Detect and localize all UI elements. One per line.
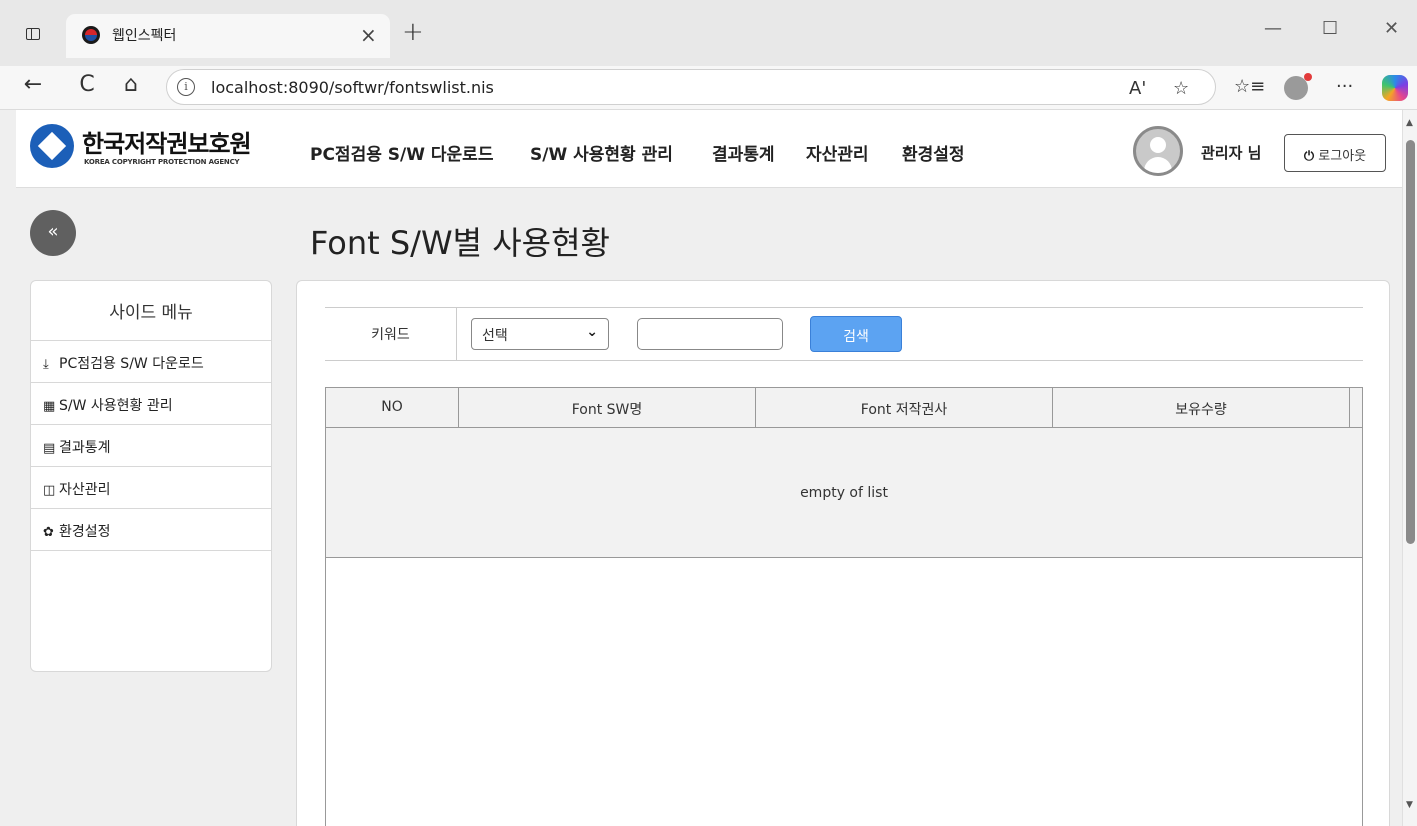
- browser-tab-strip: 웹인스펙터 × + — ☐ ✕: [0, 0, 1417, 66]
- sidebar-item-sw-usage[interactable]: ▦ S/W 사용현황 관리: [31, 383, 271, 425]
- select-value: 선택: [482, 328, 508, 344]
- column-header-font-copyright-holder[interactable]: Font 저작권사: [756, 388, 1053, 428]
- font-sw-table: NO Font SW명 Font 저작권사 보유수량 empty of list: [325, 387, 1363, 826]
- browser-address-bar: ← C ⌂ i localhost:8090/softwr/fontswlist…: [0, 66, 1417, 110]
- column-header-font-sw-name[interactable]: Font SW명: [459, 388, 756, 428]
- nav-asset-management[interactable]: 자산관리: [806, 140, 869, 165]
- tab-actions-icon[interactable]: [22, 22, 44, 44]
- sidebar-item-label: PC점검용 S/W 다운로드: [59, 356, 204, 372]
- user-avatar: [1133, 126, 1183, 176]
- sidebar-item-label: 결과통계: [59, 440, 111, 456]
- minimize-icon[interactable]: —: [1264, 18, 1282, 39]
- read-aloud-icon[interactable]: A': [1129, 78, 1146, 99]
- home-icon[interactable]: ⌂: [116, 72, 146, 97]
- logout-button[interactable]: ⏻ 로그아웃: [1284, 134, 1386, 172]
- tab-title: 웹인스펙터: [112, 28, 177, 44]
- notification-dot-icon: [1304, 73, 1312, 81]
- maximize-icon[interactable]: ☐: [1322, 18, 1338, 39]
- document-icon: ▤: [43, 441, 56, 456]
- chevron-down-icon: ⌄: [586, 324, 598, 340]
- page-viewport: 한국저작권보호원 KOREA COPYRIGHT PROTECTION AGEN…: [0, 110, 1402, 826]
- side-menu-title: 사이드 메뉴: [31, 281, 271, 341]
- sidebar-item-label: S/W 사용현황 관리: [59, 398, 173, 414]
- sidebar-item-pc-check-download[interactable]: ⤓ PC점검용 S/W 다운로드: [31, 341, 271, 383]
- close-window-icon[interactable]: ✕: [1384, 18, 1399, 39]
- table-icon: ▦: [43, 399, 56, 414]
- nav-sw-usage[interactable]: S/W 사용현황 관리: [530, 140, 673, 165]
- new-tab-button[interactable]: +: [402, 17, 424, 47]
- sidebar-item-label: 환경설정: [59, 524, 111, 540]
- empty-list-row: empty of list: [326, 428, 1362, 558]
- page-scrollbar[interactable]: ▲ ▼: [1402, 110, 1417, 826]
- column-header-no[interactable]: NO: [326, 388, 459, 428]
- scroll-down-icon[interactable]: ▼: [1406, 800, 1413, 810]
- nav-result-stats[interactable]: 결과통계: [712, 140, 775, 165]
- search-form: 키워드 선택 ⌄ 검색: [325, 307, 1363, 361]
- site-info-icon[interactable]: i: [177, 78, 195, 96]
- sidebar-item-label: 자산관리: [59, 482, 111, 498]
- logo-title[interactable]: 한국저작권보호원: [82, 124, 252, 159]
- logo-subtitle: KOREA COPYRIGHT PROTECTION AGENCY: [84, 158, 240, 166]
- column-header-quantity[interactable]: 보유수량: [1053, 388, 1350, 428]
- table-header: NO Font SW명 Font 저작권사 보유수량: [326, 388, 1362, 428]
- page-title: Font S/W별 사용현황: [310, 224, 610, 262]
- sidebar-item-settings[interactable]: ✿ 환경설정: [31, 509, 271, 551]
- site-header: 한국저작권보호원 KOREA COPYRIGHT PROTECTION AGEN…: [16, 110, 1402, 188]
- side-menu: 사이드 메뉴 ⤓ PC점검용 S/W 다운로드 ▦ S/W 사용현황 관리 ▤ 결과통…: [30, 280, 272, 672]
- url-bar[interactable]: i localhost:8090/softwr/fontswlist.nis A…: [166, 69, 1216, 105]
- agency-logo-icon[interactable]: [30, 124, 74, 168]
- favorites-list-icon[interactable]: ☆≡: [1234, 76, 1265, 97]
- keyword-label: 키워드: [325, 308, 457, 360]
- site-favicon-icon: [82, 26, 100, 44]
- copilot-icon[interactable]: [1382, 75, 1408, 101]
- search-button[interactable]: 검색: [810, 316, 902, 352]
- favorite-star-icon[interactable]: ☆: [1173, 78, 1189, 99]
- sidebar-item-asset-management[interactable]: ◫ 자산관리: [31, 467, 271, 509]
- scroll-up-icon[interactable]: ▲: [1406, 118, 1413, 128]
- more-menu-icon[interactable]: ···: [1336, 76, 1353, 97]
- nav-pc-check-download[interactable]: PC점검용 S/W 다운로드: [310, 140, 493, 165]
- back-arrow-icon[interactable]: ←: [18, 72, 48, 97]
- refresh-icon[interactable]: C: [72, 72, 102, 97]
- logout-label: 로그아웃: [1318, 149, 1367, 164]
- main-content-panel: 키워드 선택 ⌄ 검색 NO Font SW명 Font 저작권사 보유수량 e…: [296, 280, 1390, 826]
- power-icon: ⏻: [1303, 149, 1315, 164]
- columns-icon: ◫: [43, 483, 56, 498]
- user-name: 관리자 님: [1201, 144, 1262, 162]
- collapse-sidebar-button[interactable]: «: [30, 210, 76, 256]
- download-icon: ⤓: [43, 357, 49, 372]
- nav-settings[interactable]: 환경설정: [902, 140, 965, 165]
- close-tab-icon[interactable]: ×: [360, 23, 377, 47]
- scroll-thumb[interactable]: [1406, 140, 1415, 544]
- url-text[interactable]: localhost:8090/softwr/fontswlist.nis: [211, 78, 494, 97]
- sidebar-item-result-stats[interactable]: ▤ 결과통계: [31, 425, 271, 467]
- gear-icon: ✿: [43, 525, 54, 540]
- keyword-select[interactable]: 선택 ⌄: [471, 318, 609, 350]
- browser-tab[interactable]: 웹인스펙터 ×: [66, 14, 390, 58]
- keyword-input[interactable]: [637, 318, 783, 350]
